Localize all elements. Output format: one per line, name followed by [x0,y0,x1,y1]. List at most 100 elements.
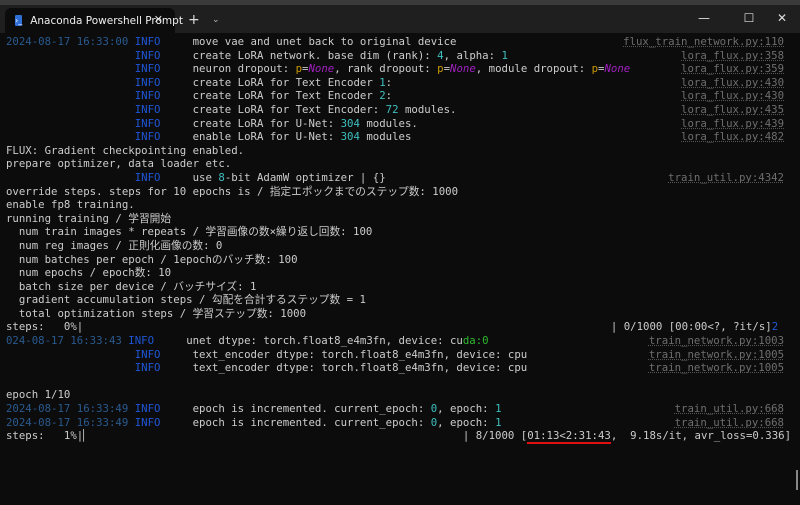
log-text: total optimization steps / 学習ステップ数: 1000 [6,306,307,320]
tab-anaconda-powershell-prompt[interactable]: ›_ Anaconda Powershell Prompt ✕ [5,8,183,33]
log-level: INFO [134,62,161,76]
eta-highlight: 01:13<2:31:43 [527,429,611,445]
log-text: running training / 学習開始 [6,211,172,225]
log-text: 304 [340,130,360,144]
log-text: None [604,62,631,76]
log-level: INFO [134,116,161,130]
terminal-line: INFO use 8-bit AdamW optimizer | {} train… [6,171,784,185]
terminal-line: 024-08-17 16:33:43 INFO unet dtype: torc… [6,334,784,348]
terminal-line: INFO create LoRA for Text Encoder: 72 mo… [6,103,784,117]
terminal-line: INFO create LoRA for Text Encoder 2: lora… [6,89,784,103]
log-text: create LoRA for Text Encoder: [160,102,386,116]
log-level: INFO [134,415,161,429]
log-level: INFO [134,75,161,89]
terminal-line: 2024-08-17 16:33:00 INFO move vae and un… [6,35,784,49]
log-text: use [160,170,219,184]
source-file-link[interactable]: train_network.py:1005 [649,348,784,362]
source-file-link[interactable]: lora_flux.py:439 [681,117,784,131]
log-text: batch size per device / バッチサイズ: 1 [6,279,257,293]
terminal-line: num batches per epoch / 1epochのバッチ数: 100 [6,253,784,267]
terminal-line: INFO create LoRA network. base dim (rank… [6,49,784,63]
log-text: modules. [398,102,457,116]
terminal-line: num epochs / epoch数: 10 [6,266,784,280]
terminal-line: INFO create LoRA for U-Net: 304 modules.… [6,117,784,131]
terminal-line: INFO enable LoRA for U-Net: 304 modules l… [6,130,784,144]
log-text: num batches per epoch / 1epochのバッチ数: 100 [6,252,298,266]
minimize-button[interactable]: — [694,11,714,25]
log-level: INFO [134,35,161,48]
timestamp: 2024-08-17 16:33:49 [6,415,135,429]
terminal-line: INFO text_encoder dtype: torch.float8_e4… [6,361,784,375]
log-text: -bit AdamW optimizer | {} [224,170,386,184]
log-text: 304 [340,116,360,130]
source-file-link[interactable]: train_util.py:668 [675,402,784,416]
source-file-link[interactable]: train_network.py:1003 [649,334,784,348]
log-text: : [385,89,393,103]
scrollbar[interactable] [796,470,798,490]
source-file-link[interactable]: lora_flux.py:430 [681,76,784,90]
powershell-icon: ›_ [15,15,23,26]
log-text: None [308,62,335,76]
log-text: : [385,75,393,89]
log-text: enable fp8 training. [6,198,135,212]
log-text: move vae and unet back to original devic… [160,35,457,48]
source-file-link[interactable]: lora_flux.py:359 [681,62,784,76]
log-text: FLUX: Gradient checkpointing enabled. [6,143,245,157]
log-text: create LoRA for U-Net: [160,116,341,130]
log-text: None [450,62,476,76]
timestamp: 2024-08-17 16:33:00 [6,35,135,48]
log-text: modules. [359,116,418,130]
source-file-link[interactable]: lora_flux.py:430 [681,89,784,103]
source-file-link[interactable]: train_util.py:668 [675,416,784,430]
source-file-link[interactable]: train_util.py:4342 [668,171,784,185]
log-text: epoch is incremented. current_epoch: [160,402,431,416]
terminal-line [6,375,784,389]
source-file-link[interactable]: lora_flux.py:358 [681,49,784,63]
source-file-link[interactable]: flux_train_network.py:110 [623,35,784,49]
log-level: INFO [128,334,155,348]
log-text: gradient accumulation steps / 勾配を合計するステッ… [6,293,366,307]
close-window-button[interactable]: ✕ [772,11,792,25]
new-tab-button[interactable]: + [188,12,200,28]
log-text: num epochs / epoch数: 10 [6,266,172,280]
source-file-link[interactable]: train_network.py:1005 [649,361,784,375]
log-text: enable LoRA for U-Net: [160,130,341,144]
log-text: text_encoder dtype: torch.float8_e4m3fn,… [160,361,528,375]
log-text: modules [359,130,412,144]
log-text: create LoRA network. base dim (rank): [160,48,438,62]
log-text: steps: 0%| | 0/1000 [00:00<?, ?it/s] [6,320,772,334]
terminal-line: steps: 0%| | 0/1000 [00:00<?, ?it/s]2 [6,320,784,334]
log-text: , alpha: [443,48,502,62]
terminal-line: 2024-08-17 16:33:49 INFO epoch is increm… [6,402,784,416]
source-file-link[interactable]: lora_flux.py:435 [681,103,784,117]
log-level: INFO [134,130,161,144]
log-level: INFO [134,89,161,103]
log-text: 1 [495,415,502,429]
log-level: INFO [134,102,161,116]
maximize-button[interactable]: ☐ [739,11,759,25]
terminal-output[interactable]: 2024-08-17 16:33:00 INFO move vae and un… [6,35,791,500]
terminal-line: running training / 学習開始 [6,212,784,226]
terminal-line: steps: 1%|▏ | 8/1000 [01:13<2:31:43, 9.1… [6,429,791,445]
chevron-down-icon[interactable]: ⌄ [212,15,220,25]
log-text: text_encoder dtype: torch.float8_e4m3fn,… [160,347,528,361]
close-tab-icon[interactable]: ✕ [154,13,163,26]
log-level: INFO [134,361,161,375]
log-text: , rank dropout: [334,62,438,76]
terminal-line: epoch 1/10 [6,388,784,402]
log-text: 72 [385,102,399,116]
log-text: create LoRA for Text Encoder [160,89,380,103]
log-text: , module dropout: [475,62,592,76]
terminal-line: num train images * repeats / 学習画像の数×繰り返し… [6,225,784,239]
source-file-link[interactable]: lora_flux.py:482 [681,130,784,144]
log-text: neuron dropout: [160,62,296,76]
terminal-line: prepare optimizer, data loader etc. [6,157,784,171]
